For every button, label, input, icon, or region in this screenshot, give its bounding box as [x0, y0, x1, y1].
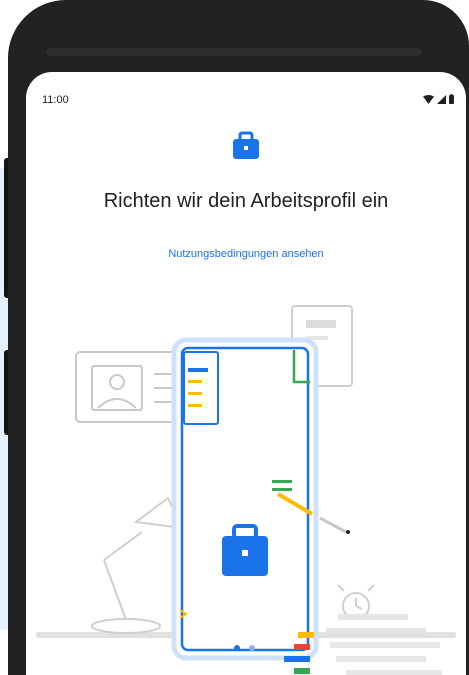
page-title: Richten wir dein Arbeitsprofil ein [103, 190, 389, 212]
desk-lamp-drawing [91, 496, 184, 634]
terms-link[interactable]: Nutzungsbedingungen ansehen [26, 248, 466, 260]
inner-phone-drawing [171, 337, 319, 661]
phone-frame: 11:00 Richten wir dein Arbeitsprofil ein… [8, 0, 469, 675]
battery-icon [449, 94, 454, 104]
wifi-icon [423, 94, 434, 104]
status-icons [423, 94, 454, 104]
id-card-drawing [75, 351, 187, 423]
status-time: 11:00 [42, 94, 69, 106]
signal-icon [437, 94, 446, 104]
status-bar: 11:00 [26, 72, 466, 112]
speaker-grill [46, 48, 422, 56]
briefcase-icon [233, 131, 259, 159]
papers-stack-drawing [326, 614, 442, 675]
pager-dot [249, 645, 255, 651]
pager-dot-active [234, 645, 240, 651]
work-profile-illustration [36, 305, 456, 675]
phone-screen: 11:00 Richten wir dein Arbeitsprofil ein… [26, 72, 466, 675]
clock-drawing [337, 584, 375, 620]
